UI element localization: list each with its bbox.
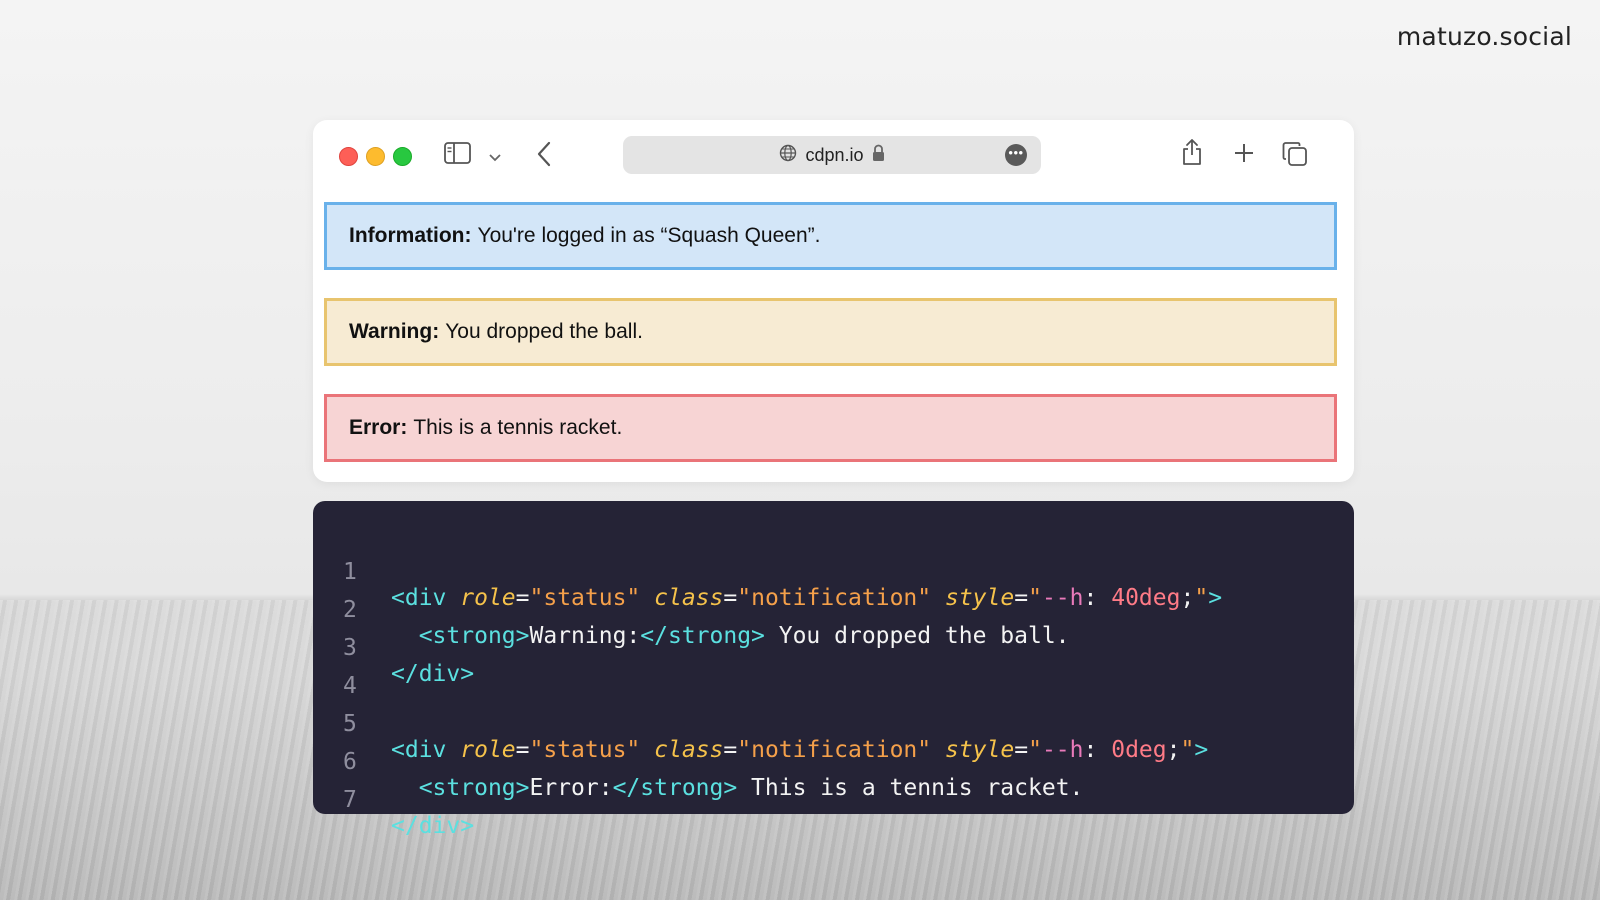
- code-token: class: [654, 737, 724, 763]
- code-token: <strong>: [418, 775, 530, 801]
- chevron-down-icon[interactable]: [489, 149, 501, 167]
- code-line: 3 </div>: [313, 609, 474, 687]
- code-token: <div: [391, 585, 447, 611]
- code-token: "notification": [737, 737, 932, 763]
- code-token: role: [460, 737, 516, 763]
- address-bar[interactable]: cdpn.io •••: [623, 136, 1041, 174]
- code-token: :: [1083, 585, 1098, 611]
- code-token: --h: [1041, 737, 1084, 763]
- notification-warning: Warning: You dropped the ball.: [324, 298, 1337, 366]
- minimize-window-button[interactable]: [366, 147, 385, 166]
- code-token: Warning:: [529, 623, 641, 649]
- lock-icon: [872, 144, 885, 167]
- code-token: =: [723, 737, 738, 763]
- code-token: This is a tennis racket.: [737, 775, 1084, 801]
- code-line: 2 <strong>Warning:</strong> You dropped …: [313, 571, 1070, 649]
- code-token: You dropped the ball.: [764, 623, 1070, 649]
- code-line: 4: [313, 647, 368, 699]
- code-token: class: [654, 585, 724, 611]
- code-token: =: [515, 737, 530, 763]
- code-line: 7 </div>: [313, 761, 474, 839]
- close-window-button[interactable]: [339, 147, 358, 166]
- line-number: 7: [343, 787, 357, 813]
- code-token: ": [1180, 737, 1195, 763]
- code-token: ": [1028, 585, 1042, 611]
- code-token: style: [944, 737, 1015, 763]
- code-token: >: [1208, 585, 1223, 611]
- url-text: cdpn.io: [805, 144, 864, 165]
- browser-toolbar: cdpn.io •••: [313, 120, 1354, 200]
- code-token: <div: [391, 737, 447, 763]
- sidebar-icon[interactable]: [444, 142, 471, 169]
- code-token: style: [944, 585, 1015, 611]
- code-token: =: [515, 585, 530, 611]
- notification-label: Information:: [349, 224, 472, 247]
- brand-label: matuzo.social: [1396, 22, 1572, 51]
- code-token: Error:: [529, 775, 613, 801]
- back-icon[interactable]: [536, 141, 552, 172]
- code-line: 1 <div role="status" class="notification…: [313, 533, 1222, 611]
- notification-text: You dropped the ball.: [445, 320, 643, 343]
- code-token: :: [1083, 737, 1098, 763]
- plus-icon[interactable]: [1233, 142, 1255, 169]
- code-line: 6 <strong>Error:</strong> This is a tenn…: [313, 723, 1083, 801]
- more-icon[interactable]: •••: [1005, 144, 1027, 166]
- browser-window: cdpn.io ••• Information: You're logged i…: [313, 120, 1354, 482]
- code-token: 40deg: [1111, 585, 1181, 611]
- notification-text: You're logged in as “Squash Queen”.: [477, 224, 821, 247]
- code-token: <strong>: [418, 623, 530, 649]
- notification-label: Error:: [349, 416, 408, 439]
- code-block: 1 <div role="status" class="notification…: [313, 501, 1354, 839]
- code-token: </strong>: [640, 623, 765, 649]
- code-token: </strong>: [612, 775, 738, 801]
- notification-info: Information: You're logged in as “Squash…: [324, 202, 1337, 270]
- code-token: </div>: [391, 813, 475, 839]
- code-token: "notification": [737, 585, 932, 611]
- globe-icon: [779, 144, 797, 167]
- code-token: 0deg: [1111, 737, 1167, 763]
- code-token: ;: [1180, 585, 1195, 611]
- code-line: 5 <div role="status" class="notification…: [313, 685, 1208, 763]
- code-token: ": [1028, 737, 1042, 763]
- zoom-window-button[interactable]: [393, 147, 412, 166]
- code-token: =: [1014, 585, 1029, 611]
- code-token: "status": [529, 737, 641, 763]
- notification-text: This is a tennis racket.: [413, 416, 623, 439]
- notification-label: Warning:: [349, 320, 440, 343]
- code-token: "status": [529, 585, 641, 611]
- code-token: --h: [1041, 585, 1084, 611]
- tabs-icon[interactable]: [1282, 141, 1308, 172]
- code-token: =: [723, 585, 738, 611]
- code-token: >: [1194, 737, 1209, 763]
- share-icon[interactable]: [1181, 138, 1203, 171]
- notification-error: Error: This is a tennis racket.: [324, 394, 1337, 462]
- code-token: </div>: [391, 661, 475, 687]
- code-token: =: [1014, 737, 1029, 763]
- code-token: ": [1194, 585, 1209, 611]
- code-token: ;: [1166, 737, 1181, 763]
- code-token: role: [460, 585, 516, 611]
